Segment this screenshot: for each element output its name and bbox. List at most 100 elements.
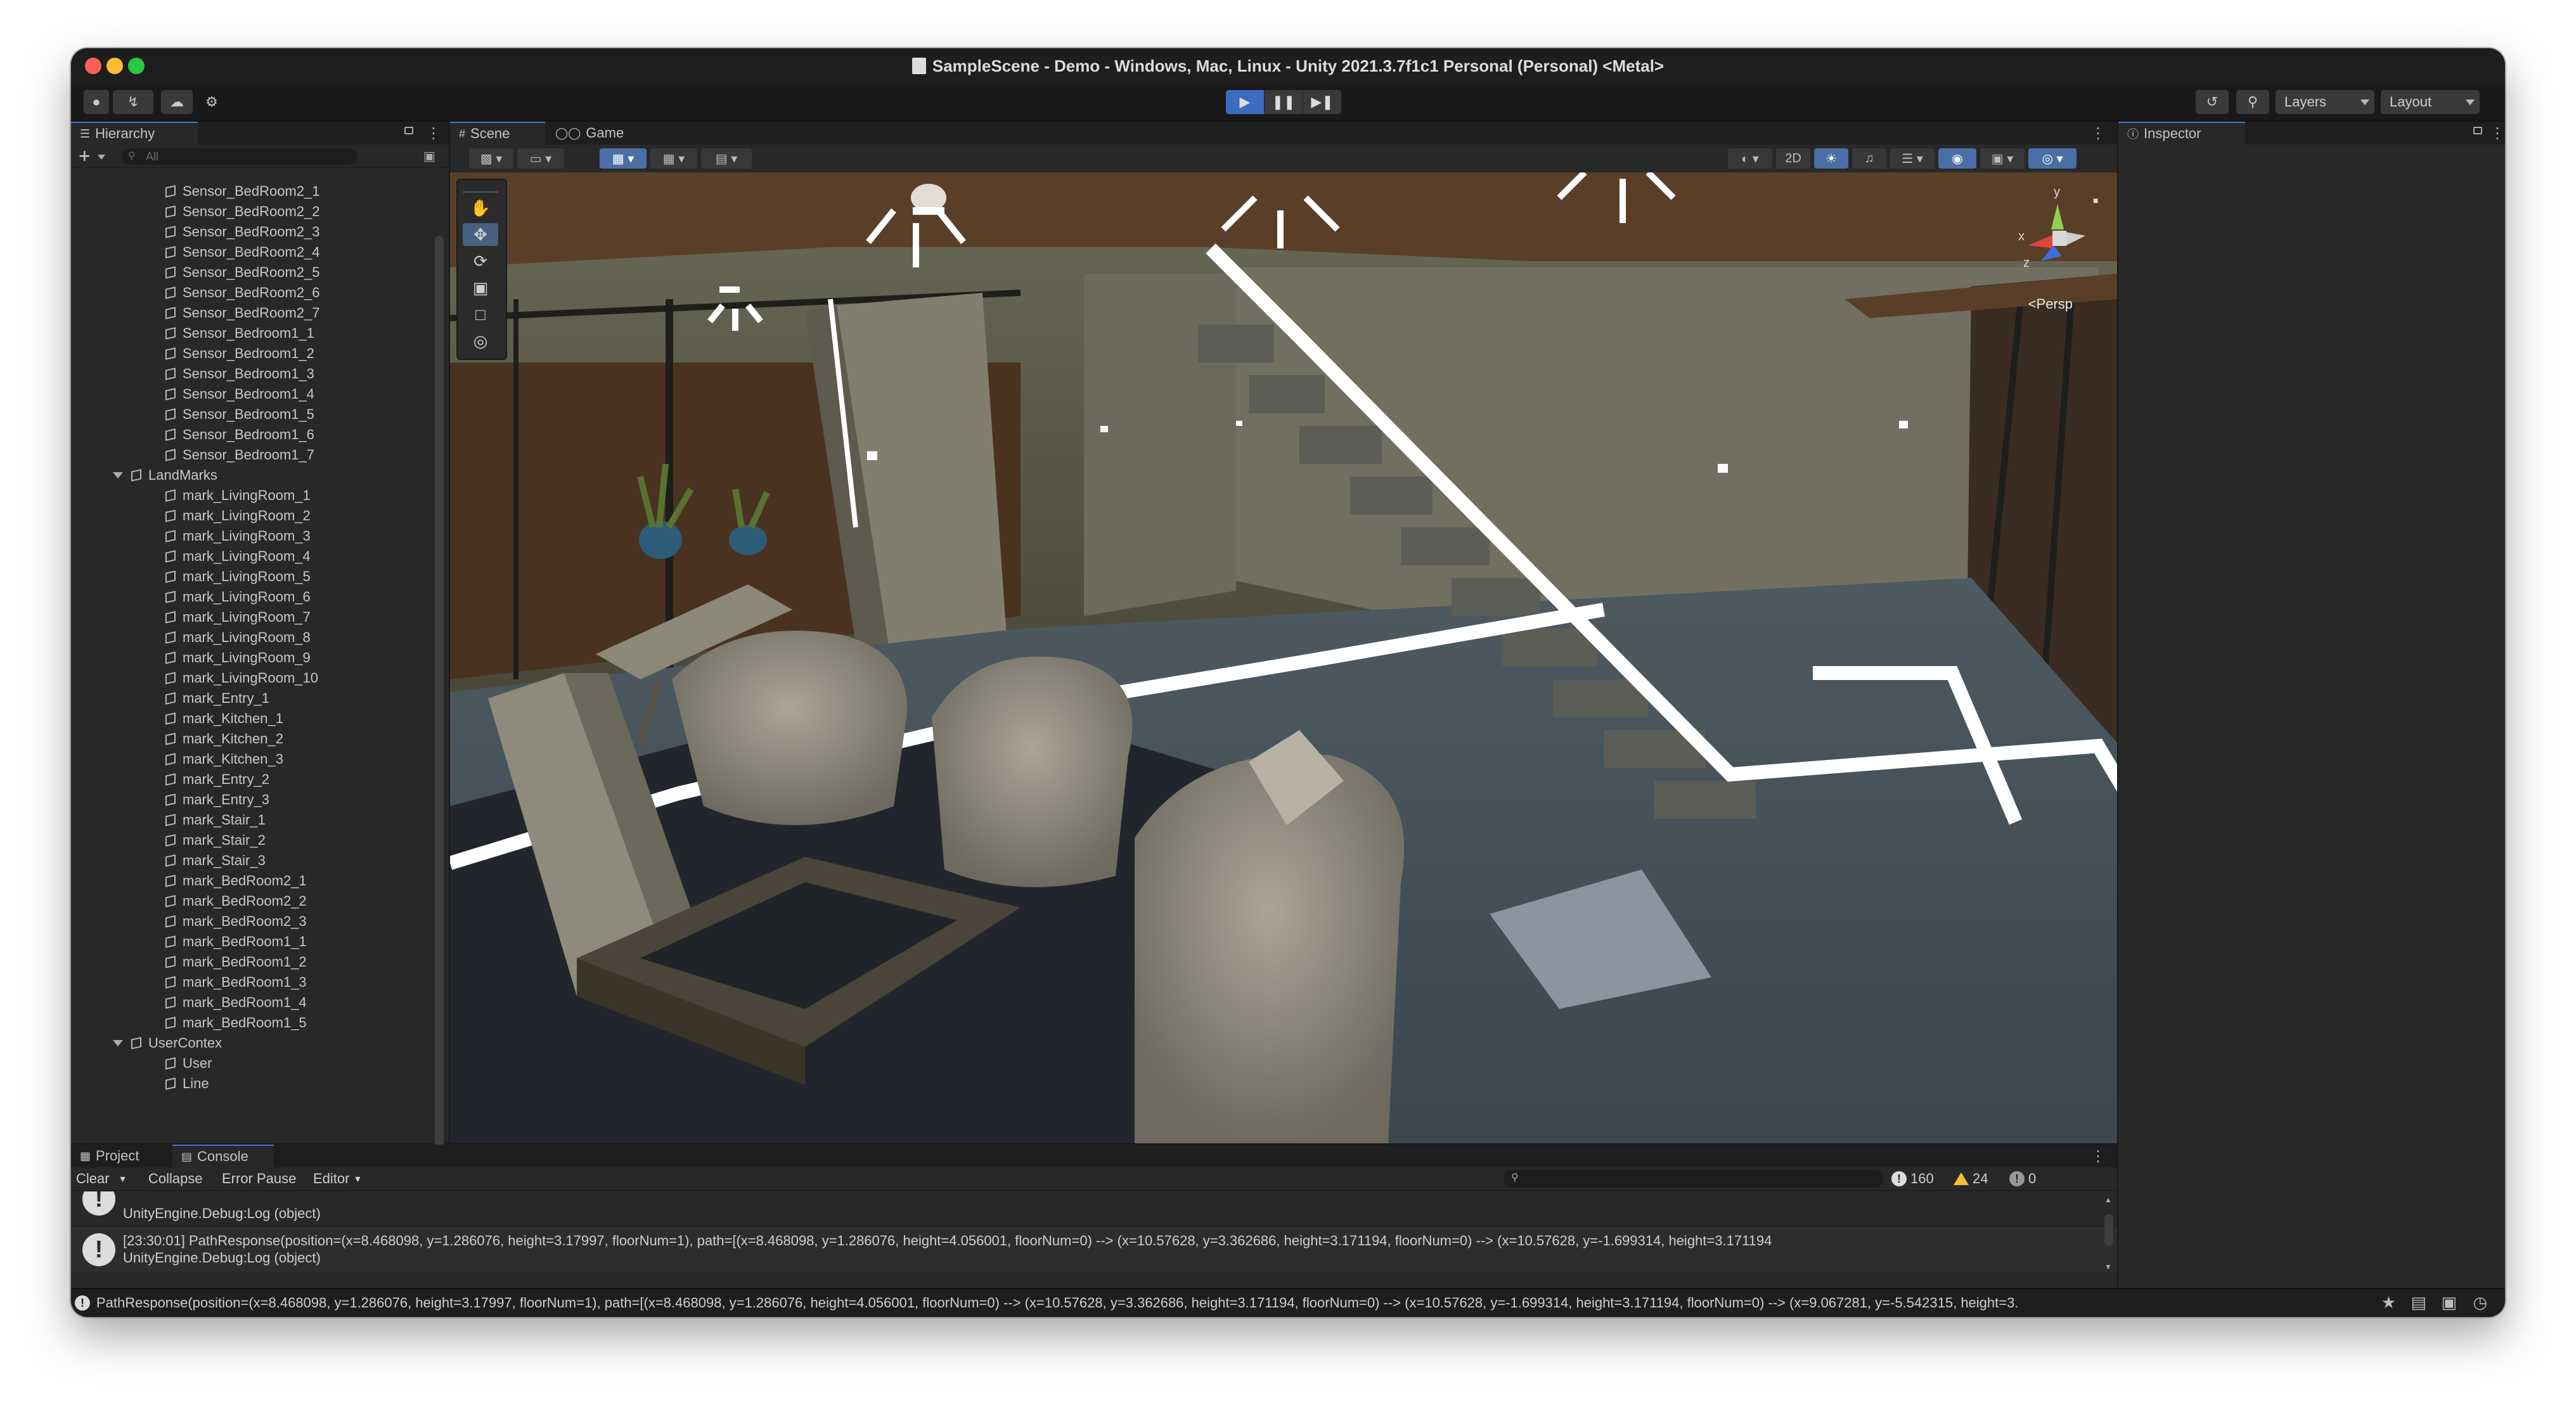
hierarchy-scrollbar[interactable] — [435, 236, 444, 1161]
hierarchy-item[interactable]: Sensor_BedRoom2_4 — [164, 242, 319, 262]
draw-mode-dropdown[interactable]: ▩ ▾ — [469, 148, 513, 169]
chevron-down-icon[interactable] — [113, 472, 123, 478]
render-mode-dropdown[interactable]: ▭ ▾ — [517, 148, 564, 169]
lock-icon[interactable] — [2473, 127, 2482, 134]
toggle-2d-button[interactable]: 2D — [1776, 148, 1810, 169]
align-button[interactable]: ▤ ▾ — [701, 148, 752, 169]
panel-menu-icon[interactable]: ⋮ — [426, 124, 441, 143]
scale-tool[interactable]: ▣ — [463, 276, 498, 299]
cache-icon[interactable]: ▤ — [2411, 1293, 2426, 1313]
search-button[interactable]: ⚲ — [2236, 90, 2269, 114]
hierarchy-item[interactable]: mark_Kitchen_2 — [164, 729, 283, 749]
camera-dropdown[interactable]: ▣ ▾ — [1980, 148, 2025, 169]
console-scrollbar[interactable]: ▲ ▼ — [2104, 1195, 2113, 1271]
cloud-button[interactable]: ☁ — [161, 90, 193, 114]
console-search-input[interactable]: ⚲ — [1504, 1170, 1884, 1188]
bug-icon[interactable]: ★ — [2381, 1293, 2396, 1313]
play-button[interactable]: ▶ — [1226, 90, 1265, 114]
console-entry[interactable]: ! [23:30:01] PathResponse(position=(x=8.… — [71, 1227, 2117, 1273]
account-button[interactable]: ● — [84, 90, 109, 114]
hierarchy-item[interactable]: mark_BedRoom2_3 — [164, 911, 307, 932]
hierarchy-item[interactable]: User — [164, 1053, 212, 1074]
effects-dropdown[interactable]: ☰ ▾ — [1890, 148, 1935, 169]
tab-game[interactable]: ◯◯ Game — [546, 122, 641, 144]
add-object-button[interactable]: + — [79, 144, 91, 168]
increment-snap-button[interactable]: ▦ ▾ — [650, 148, 697, 169]
collapse-button[interactable]: Collapse — [148, 1170, 203, 1188]
grid-snap-button[interactable]: ▦ ▾ — [600, 148, 647, 169]
tab-hierarchy[interactable]: ☰ Hierarchy — [71, 122, 198, 144]
hand-tool[interactable]: ✋ — [463, 196, 498, 219]
hierarchy-item[interactable]: mark_Entry_3 — [164, 790, 269, 810]
perspective-label[interactable]: <Persp — [2028, 296, 2073, 312]
panel-menu-icon[interactable]: ⋮ — [2490, 124, 2505, 143]
hierarchy-item[interactable]: mark_LivingRoom_10 — [164, 668, 318, 688]
hierarchy-item[interactable]: LandMarks — [113, 465, 217, 485]
hierarchy-item[interactable]: mark_LivingRoom_1 — [164, 485, 311, 506]
audio-toggle[interactable]: ♫ — [1852, 148, 1886, 169]
hierarchy-item[interactable]: mark_LivingRoom_8 — [164, 627, 311, 648]
clear-button[interactable]: Clear ▼ — [76, 1170, 127, 1188]
shading-mode-button[interactable]: ◐ ▾ — [1728, 148, 1772, 169]
hierarchy-item[interactable]: mark_BedRoom1_2 — [164, 952, 307, 972]
network-icon[interactable]: ▣ — [2441, 1293, 2457, 1313]
hierarchy-search-input[interactable]: ⚲ All — [122, 148, 357, 165]
hierarchy-item[interactable]: mark_BedRoom2_1 — [164, 871, 307, 891]
hierarchy-item[interactable]: mark_Entry_2 — [164, 769, 269, 790]
hierarchy-item[interactable]: mark_Stair_3 — [164, 850, 266, 871]
collab-button[interactable]: ↯ — [113, 90, 153, 114]
lock-icon[interactable] — [404, 127, 413, 134]
progress-icon[interactable]: ◷ — [2473, 1293, 2487, 1313]
hierarchy-item[interactable]: Sensor_Bedroom1_3 — [164, 364, 314, 384]
hierarchy-item[interactable]: UserContex — [113, 1033, 222, 1053]
hierarchy-item[interactable]: Sensor_Bedroom1_7 — [164, 445, 314, 465]
scene-visibility-icon[interactable]: ▣ — [423, 148, 435, 164]
transform-tool[interactable]: ◎ — [463, 330, 498, 352]
hierarchy-item[interactable]: mark_BedRoom1_3 — [164, 972, 307, 992]
hierarchy-item[interactable]: Sensor_BedRoom2_7 — [164, 303, 319, 323]
hierarchy-item[interactable]: mark_Stair_2 — [164, 830, 266, 850]
hierarchy-item[interactable]: Sensor_BedRoom2_5 — [164, 262, 319, 283]
hierarchy-item[interactable]: mark_BedRoom1_1 — [164, 932, 307, 952]
hierarchy-item[interactable]: mark_LivingRoom_7 — [164, 607, 311, 627]
tab-scene[interactable]: # Scene — [450, 122, 545, 144]
console-entry[interactable]: ! UnityEngine.Debug:Log (object) — [71, 1191, 2117, 1226]
error-pause-button[interactable]: Error Pause — [222, 1170, 296, 1188]
hierarchy-item[interactable]: mark_Kitchen_3 — [164, 749, 283, 769]
hierarchy-item[interactable]: mark_LivingRoom_2 — [164, 506, 311, 526]
status-message[interactable]: PathResponse(position=(x=8.468098, y=1.2… — [96, 1295, 2315, 1311]
pause-button[interactable]: ❚❚ — [1265, 90, 1303, 114]
hierarchy-item[interactable]: mark_LivingRoom_9 — [164, 648, 311, 668]
hierarchy-item[interactable]: mark_LivingRoom_5 — [164, 567, 311, 587]
hierarchy-item[interactable]: Sensor_BedRoom2_6 — [164, 283, 319, 303]
hierarchy-item[interactable]: mark_Kitchen_1 — [164, 709, 283, 729]
hierarchy-item[interactable]: mark_LivingRoom_3 — [164, 526, 311, 546]
orientation-gizmo[interactable]: y x z ■ — [2016, 185, 2104, 280]
hierarchy-item[interactable]: mark_BedRoom1_4 — [164, 992, 307, 1013]
step-button[interactable]: ▶❚ — [1303, 90, 1342, 114]
scrollbar-thumb[interactable] — [2104, 1214, 2113, 1246]
hierarchy-item[interactable]: mark_LivingRoom_6 — [164, 587, 311, 607]
panel-menu-icon[interactable]: ⋮ — [2090, 124, 2106, 143]
info-filter-toggle[interactable]: ! 160 — [1891, 1170, 1934, 1188]
warning-filter-toggle[interactable]: 24 — [1954, 1170, 1988, 1188]
rotate-tool[interactable]: ⟳ — [463, 250, 498, 273]
hierarchy-item[interactable]: Sensor_Bedroom1_5 — [164, 404, 314, 425]
tab-inspector[interactable]: ⓘ Inspector — [2118, 122, 2245, 144]
layout-dropdown[interactable]: Layout — [2381, 90, 2480, 114]
undo-history-button[interactable]: ↺ — [2196, 90, 2229, 114]
hierarchy-item[interactable]: mark_BedRoom1_5 — [164, 1013, 307, 1033]
chevron-down-icon[interactable] — [113, 1040, 123, 1046]
gizmos-dropdown[interactable]: ◎ ▾ — [2028, 148, 2077, 169]
services-button[interactable]: ⚙ — [199, 90, 224, 114]
hierarchy-item[interactable]: Sensor_Bedroom1_1 — [164, 323, 314, 343]
hierarchy-item[interactable]: mark_LivingRoom_4 — [164, 546, 311, 567]
lighting-toggle[interactable]: ☀ — [1814, 148, 1848, 169]
rect-tool[interactable]: □ — [463, 303, 498, 326]
tab-project[interactable]: ▦ Project — [71, 1145, 171, 1167]
error-filter-toggle[interactable]: ! 0 — [2009, 1170, 2036, 1188]
tab-console[interactable]: ▤ Console — [172, 1145, 274, 1167]
palette-handle[interactable] — [463, 183, 498, 193]
layers-dropdown[interactable]: Layers — [2276, 90, 2374, 114]
hierarchy-item[interactable]: mark_Stair_1 — [164, 810, 266, 830]
